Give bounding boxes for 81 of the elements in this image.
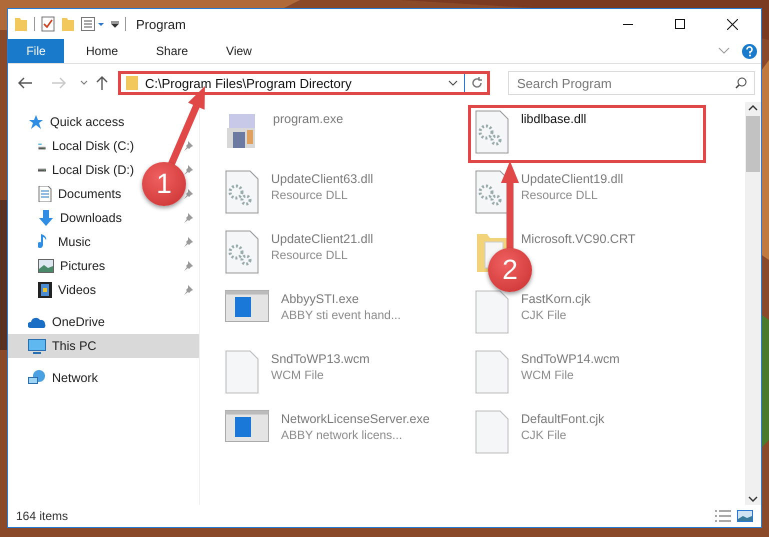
gear-document-icon (475, 110, 509, 154)
file-type: WCM File (271, 368, 325, 382)
forward-arrow-icon (52, 77, 66, 89)
ribbon-tab[interactable]: View (210, 39, 268, 63)
drive-icon (38, 167, 46, 173)
file-type: Resource DLL (271, 248, 349, 262)
chevron-down-icon (448, 80, 458, 86)
ribbon-tab[interactable]: Share (140, 39, 204, 63)
document-icon (38, 186, 52, 202)
sidebar-item[interactable]: Pictures (8, 254, 138, 278)
search-field[interactable]: Search Program (508, 71, 755, 95)
application-icon (225, 410, 269, 442)
application-icon (225, 290, 269, 322)
large-icons-view-icon[interactable] (737, 510, 753, 522)
file-name[interactable]: UpdateClient21.dll (271, 232, 374, 246)
search-icon (735, 77, 747, 89)
back-button[interactable] (16, 75, 34, 91)
scrollbar-thumb[interactable] (746, 116, 760, 172)
expand-ribbon-icon[interactable] (718, 47, 730, 55)
folder-icon (14, 16, 28, 32)
item-count: 164 items (16, 509, 70, 523)
file-menu-button[interactable]: File (8, 39, 64, 63)
file-icon (225, 350, 259, 394)
file-name[interactable]: libdlbase.dll (521, 112, 586, 126)
up-arrow-icon (96, 76, 108, 90)
up-button[interactable] (94, 74, 110, 92)
help-icon[interactable] (742, 44, 757, 58)
gear-document-icon (475, 170, 509, 214)
window-title: Program (136, 16, 187, 32)
file-name[interactable]: SndToWP14.wcm (521, 352, 620, 366)
details-view-icon[interactable] (715, 510, 731, 522)
gear-document-icon (225, 170, 259, 214)
scrollbar[interactable] (745, 102, 761, 505)
file-name[interactable]: UpdateClient63.dll (271, 172, 374, 186)
properties-icon[interactable] (81, 17, 105, 31)
download-icon (38, 210, 54, 226)
file-name[interactable]: program.exe (273, 112, 344, 126)
cloud-icon (28, 316, 46, 328)
film-icon (38, 282, 52, 298)
file-type: ABBY sti event hand... (281, 308, 401, 322)
file-type: Resource DLL (521, 188, 599, 202)
sidebar-item[interactable]: Local Disk (D:) (8, 158, 138, 182)
gear-document-icon (225, 230, 259, 274)
monitor-icon (28, 338, 46, 354)
sidebar-item[interactable]: Downloads (8, 206, 138, 230)
dropdown-icon[interactable] (111, 20, 119, 28)
folder-icon (125, 75, 139, 91)
file-type: WCM File (521, 368, 575, 382)
file-name[interactable]: Microsoft.VC90.CRT (521, 232, 636, 246)
address-field[interactable]: C:\Program Files\Program Directory (118, 71, 490, 95)
close-icon (726, 18, 738, 30)
sidebar-item[interactable]: This PC (8, 334, 199, 358)
file-name[interactable]: SndToWP13.wcm (271, 352, 370, 366)
file-type: CJK File (521, 308, 568, 322)
sidebar-item[interactable]: OneDrive (8, 310, 199, 334)
network-icon (28, 370, 46, 386)
maximize-icon (675, 19, 685, 29)
sidebar-item[interactable]: Network (8, 366, 199, 390)
file-icon (475, 410, 509, 454)
file-name[interactable]: FastKorn.cjk (521, 292, 590, 306)
star-icon (28, 114, 44, 130)
ribbon-tab[interactable]: Home (70, 39, 134, 63)
checklist-icon[interactable] (41, 16, 55, 32)
pictures-icon (38, 259, 54, 273)
sidebar-item[interactable]: Music (8, 230, 138, 254)
chevron-down-icon (80, 80, 88, 86)
refresh-icon[interactable] (471, 77, 483, 89)
back-arrow-icon (18, 77, 32, 89)
file-icon (475, 350, 509, 394)
sidebar-item[interactable]: Videos (8, 278, 138, 302)
file-name[interactable]: NetworkLicenseServer.exe (281, 412, 430, 426)
sidebar-item[interactable]: Quick access (8, 110, 199, 134)
file-name[interactable]: AbbyySTI.exe (281, 292, 401, 306)
sidebar-item[interactable]: Local Disk (C:) (8, 134, 138, 158)
file-icon (475, 290, 509, 334)
file-type: ABBY network licens... (281, 428, 404, 442)
file-name[interactable]: UpdateClient19.dll (521, 172, 624, 186)
file-name[interactable]: DefaultFont.cjk (521, 412, 604, 426)
file-type: Resource DLL (271, 188, 349, 202)
file-type: CJK File (521, 428, 568, 442)
sidebar-item[interactable]: Documents (8, 182, 138, 206)
